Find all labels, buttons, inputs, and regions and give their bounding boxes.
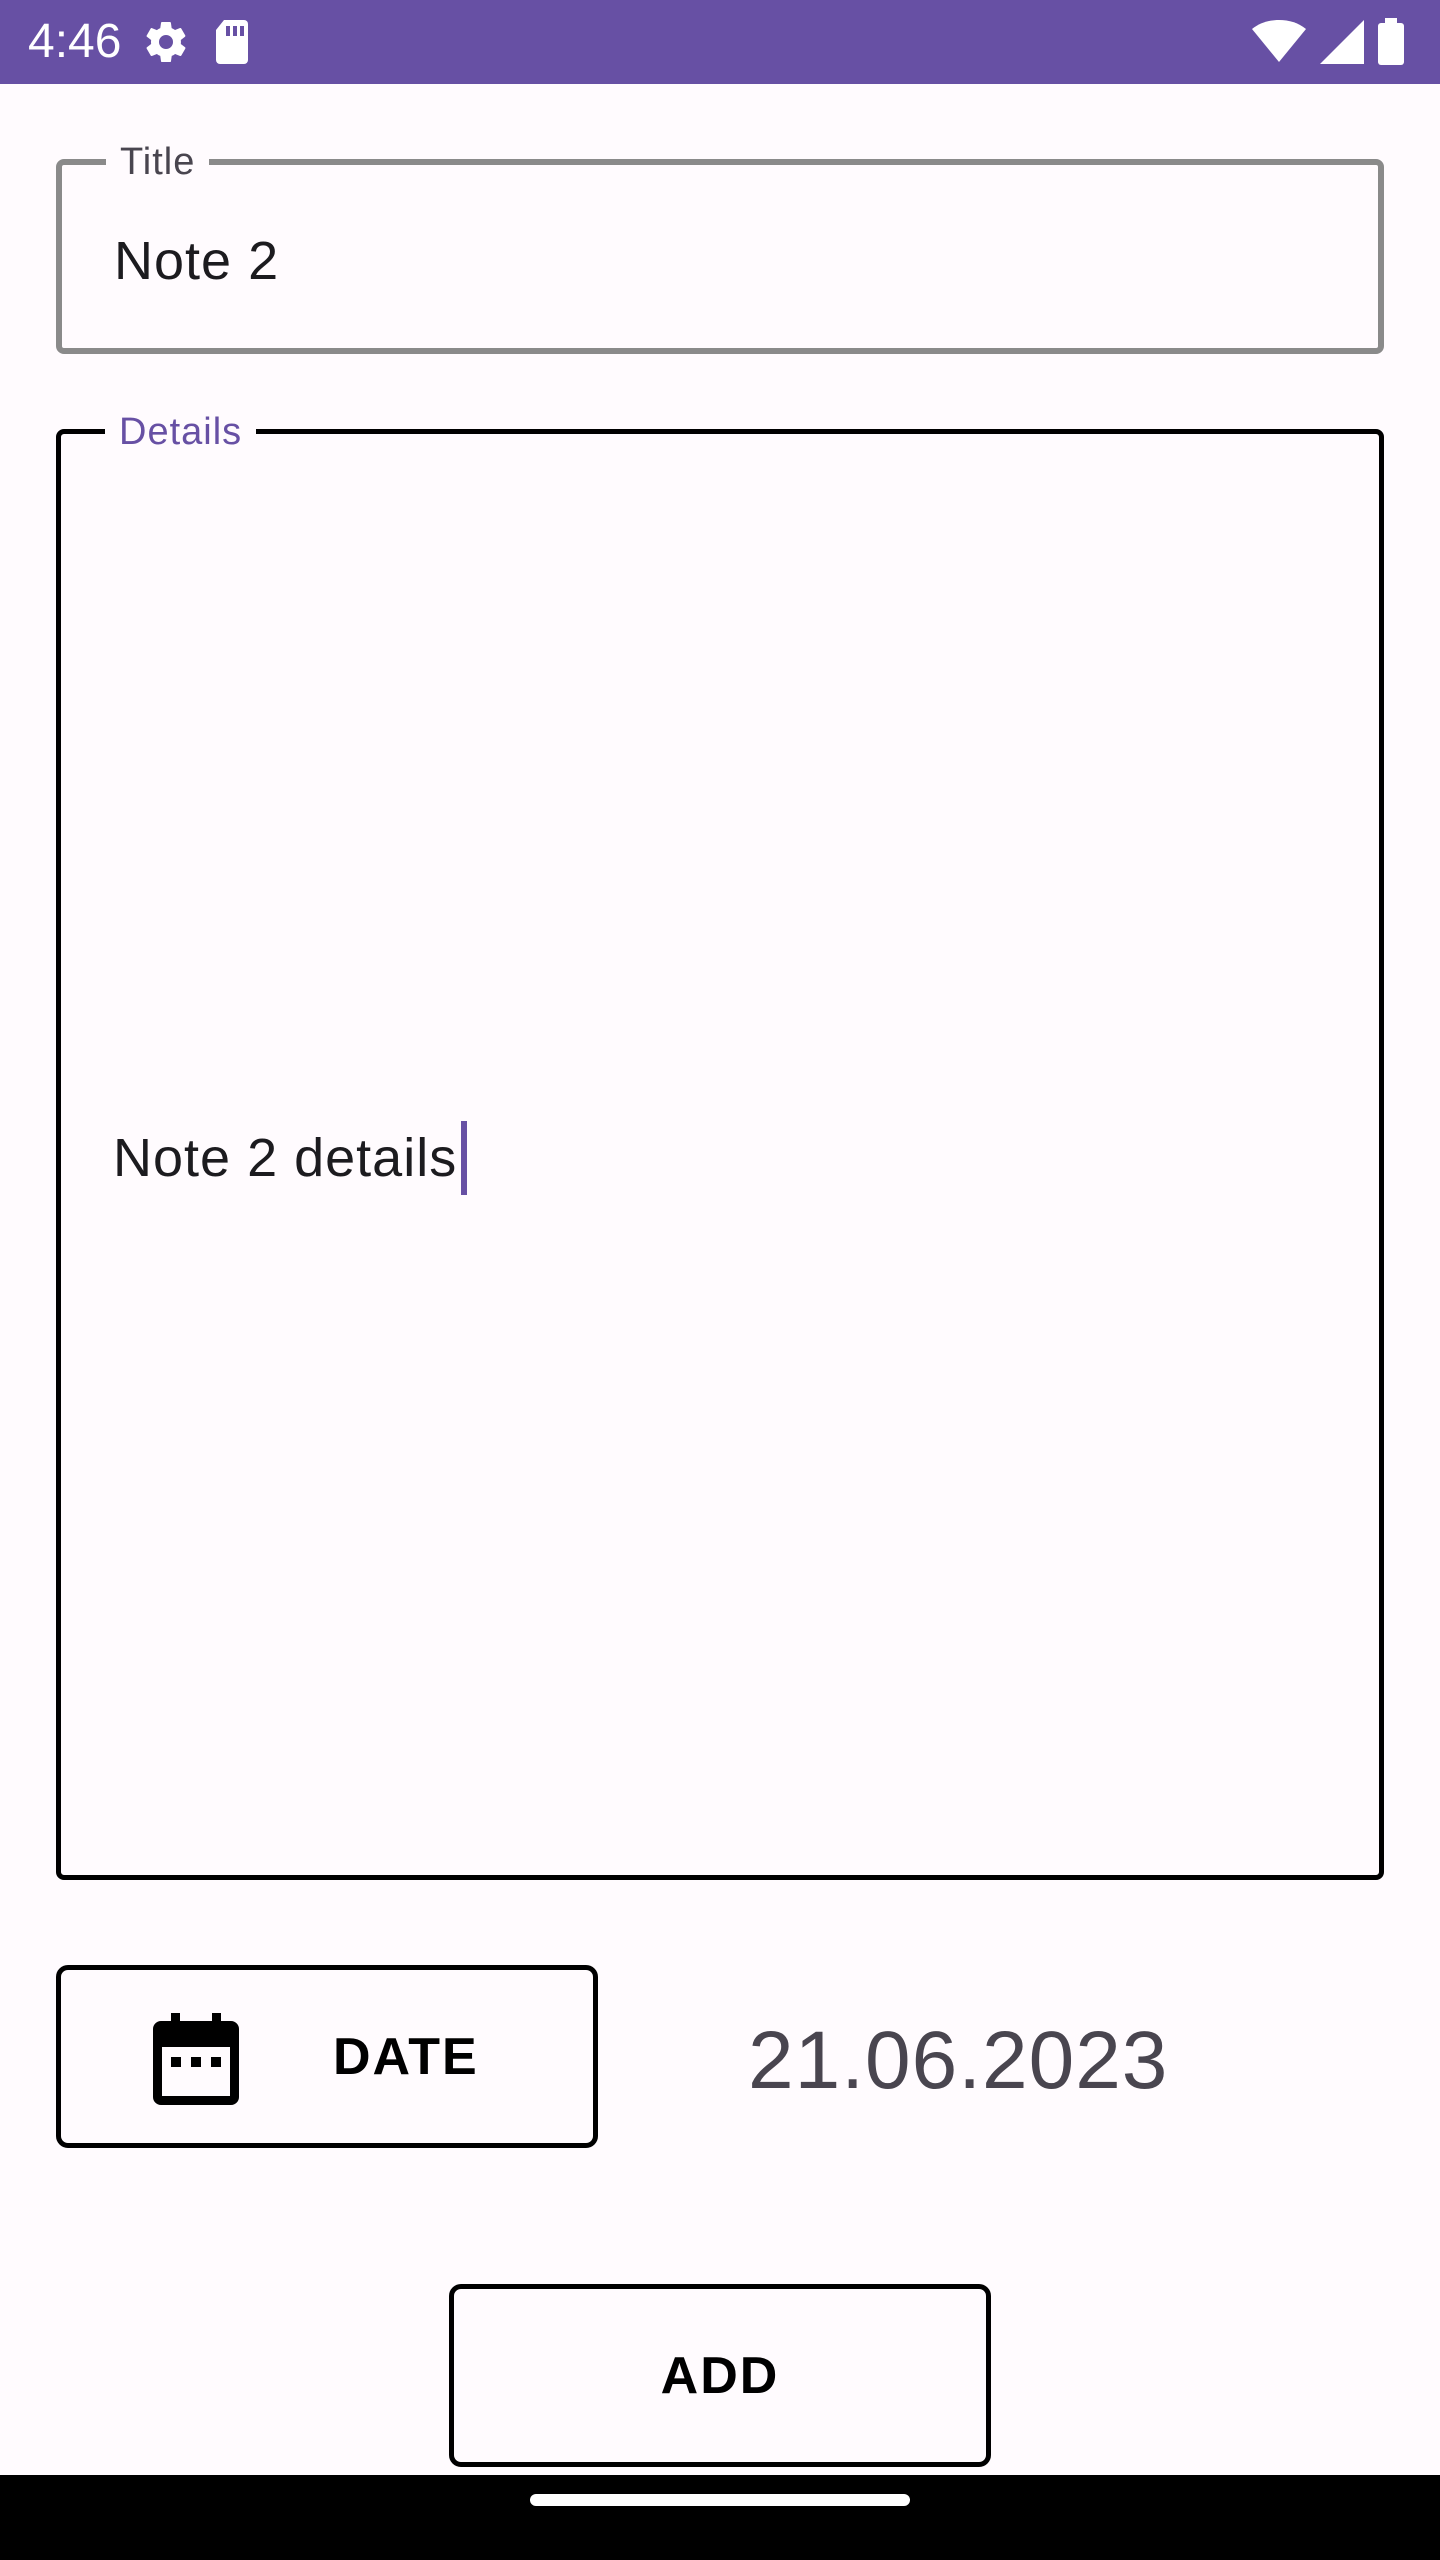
add-button[interactable]: ADD xyxy=(449,2284,991,2467)
status-right-icons xyxy=(1252,18,1406,66)
title-field[interactable]: Title Note 2 xyxy=(56,139,1384,354)
title-field-label: Title xyxy=(106,139,210,185)
status-time: 4:46 xyxy=(28,15,122,68)
details-field-value[interactable]: Note 2 details xyxy=(113,1126,457,1190)
sd-card-icon xyxy=(216,20,248,64)
settings-gear-icon xyxy=(146,22,186,63)
date-button[interactable]: DATE xyxy=(56,1965,598,2148)
title-field-value[interactable]: Note 2 xyxy=(114,229,279,293)
status-left-icons xyxy=(142,18,252,66)
text-cursor xyxy=(461,1121,468,1195)
details-field[interactable]: Details Note 2 details xyxy=(56,409,1384,1880)
details-field-value-row[interactable]: Note 2 details xyxy=(113,1121,468,1195)
navigation-bar xyxy=(0,2475,1440,2560)
home-gesture-handle[interactable] xyxy=(530,2494,910,2506)
selected-date: 21.06.2023 xyxy=(748,2015,1169,2106)
date-button-label: DATE xyxy=(333,2028,479,2086)
battery-icon xyxy=(1378,18,1404,65)
details-field-label: Details xyxy=(105,409,257,455)
wifi-icon xyxy=(1252,20,1306,62)
calendar-icon xyxy=(153,2013,239,2105)
status-bar: 4:46 xyxy=(0,0,1440,84)
cell-signal-icon xyxy=(1320,20,1364,64)
add-button-label: ADD xyxy=(660,2347,780,2405)
